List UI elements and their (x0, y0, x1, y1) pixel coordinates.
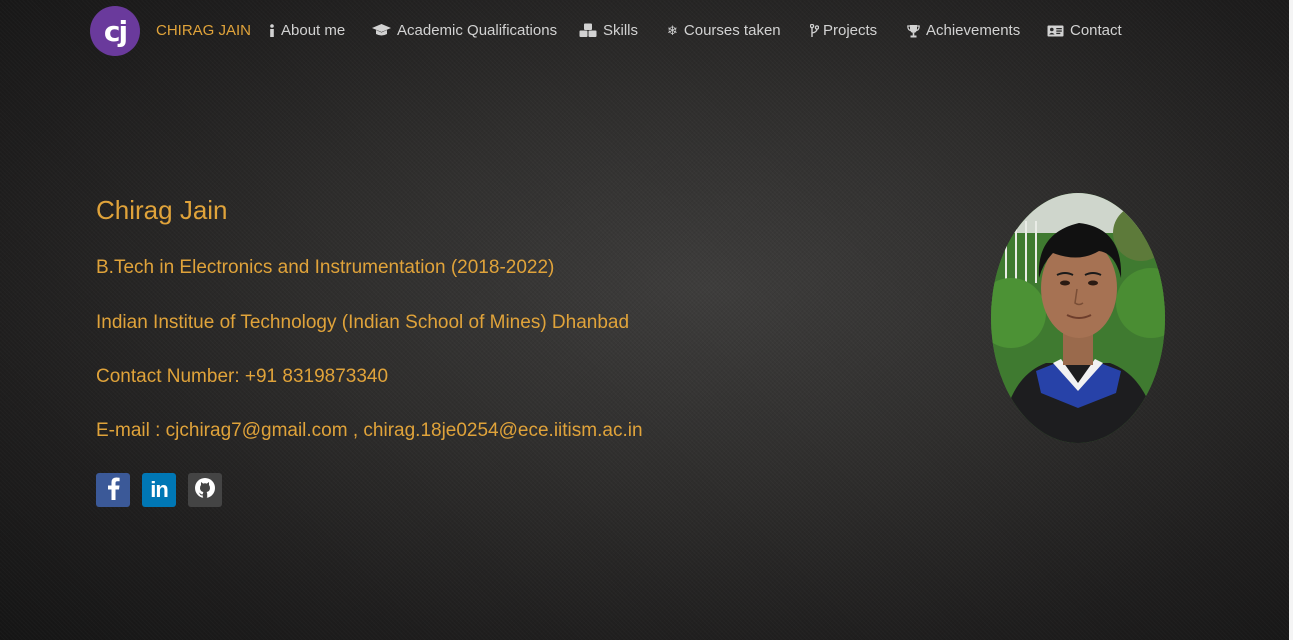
nav-label: About me (281, 22, 346, 39)
profile-photo (991, 193, 1165, 443)
facebook-button[interactable] (96, 473, 130, 507)
graduation-cap-icon (372, 24, 391, 37)
nav-label: Courses taken (683, 22, 781, 39)
profile-institute: Indian Institue of Technology (Indian Sc… (96, 312, 630, 333)
nav-achievements[interactable]: Achievements (907, 22, 1020, 39)
nav-skills[interactable]: Skills (579, 22, 638, 39)
profile-contact-number: Contact Number: +91 8319873340 (96, 366, 389, 387)
linkedin-icon: in (150, 477, 169, 502)
profile-name: Chirag Jain (96, 195, 228, 225)
nav-label: Skills (603, 22, 639, 39)
branch-icon (810, 23, 819, 38)
github-button[interactable] (188, 473, 222, 507)
nav-label: Contact (1070, 22, 1122, 39)
github-icon (194, 477, 216, 504)
nav-contact[interactable]: Contact (1047, 22, 1122, 39)
navbar: cj CHIRAG JAIN About me Academic Qualifi… (0, 0, 1289, 62)
nav-label: Projects (823, 22, 878, 39)
nav-label: Achievements (926, 22, 1021, 39)
profile-email: E-mail : cjchirag7@gmail.com , chirag.18… (96, 420, 643, 441)
facebook-icon (105, 476, 121, 505)
nav-academic-qualifications[interactable]: Academic Qualifications (372, 22, 557, 39)
id-card-icon (1047, 25, 1064, 37)
nav-courses-taken[interactable]: ❄ Courses taken (667, 22, 781, 39)
brand-name[interactable]: CHIRAG JAIN (156, 22, 251, 39)
trophy-icon (907, 24, 920, 38)
linkedin-button[interactable]: in (142, 473, 176, 507)
nav-projects[interactable]: Projects (810, 22, 877, 39)
profile-degree: B.Tech in Electronics and Instrumentatio… (96, 257, 555, 278)
logo[interactable]: cj (90, 6, 140, 56)
nav-about-me[interactable]: About me (269, 22, 345, 39)
info-icon (269, 23, 275, 38)
snowflake-icon: ❄ (667, 22, 678, 38)
cubes-icon (579, 23, 597, 38)
page-background: cj CHIRAG JAIN About me Academic Qualifi… (0, 0, 1289, 640)
nav-label: Academic Qualifications (397, 22, 558, 39)
